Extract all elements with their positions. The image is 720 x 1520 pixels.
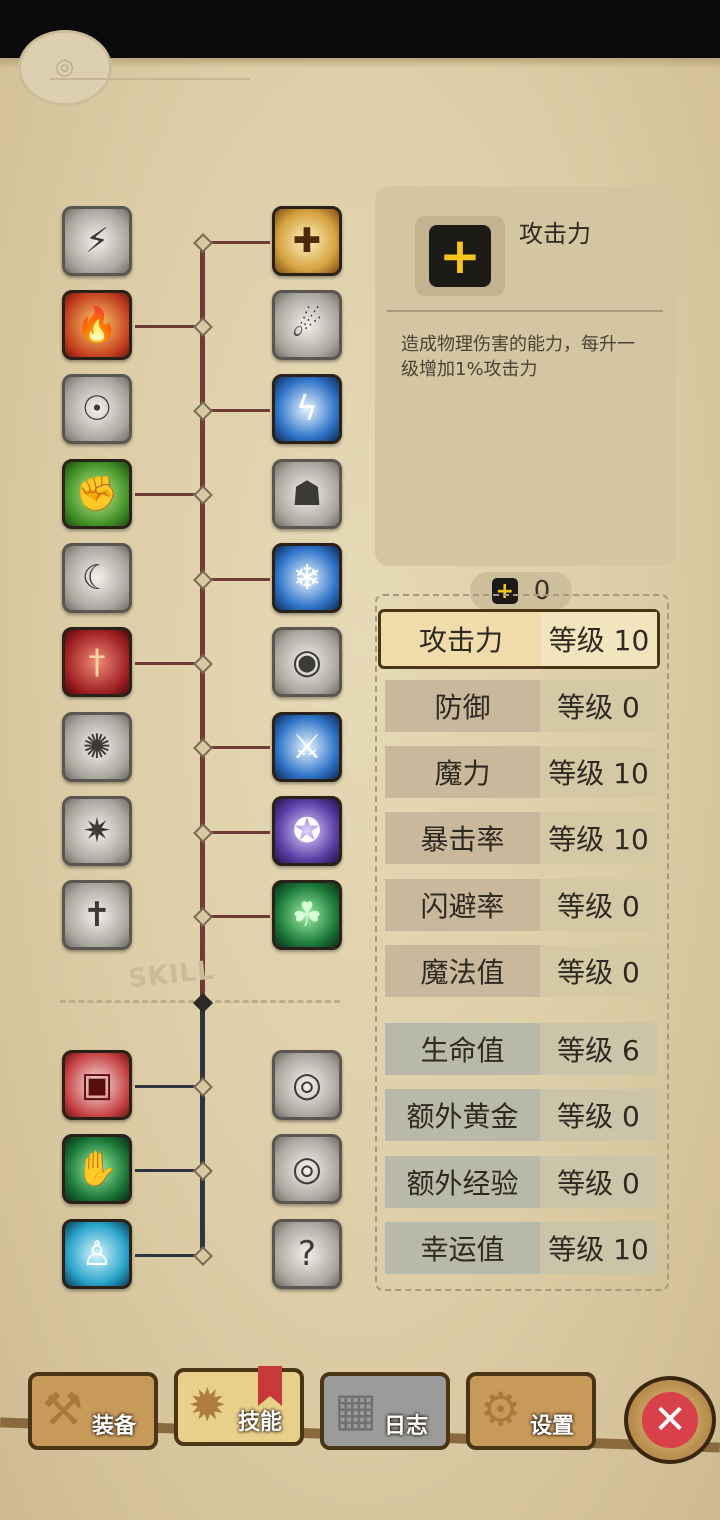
stat-name: 额外经验 [385,1156,540,1208]
lightning-figure-icon[interactable]: ☄ [272,290,342,360]
axe-icon: ⚒ [42,1382,84,1436]
tab-skills[interactable]: ✹ 技能 [174,1368,304,1446]
stat-level: 等级 10 [540,1222,657,1274]
tree-branch [205,915,270,918]
stat-row-attack[interactable]: 攻击力 等级 10 [378,609,660,669]
corner-menu-button[interactable]: ◎ [18,30,112,106]
sword-wind-icon[interactable]: ⚔ [272,712,342,782]
clover-figure-icon[interactable]: ☘ [272,880,342,950]
mystery-figure-icon[interactable]: ? [272,1219,342,1289]
thunder-beast-icon[interactable]: ✷ [62,796,132,866]
stat-name: 幸运值 [385,1222,540,1274]
tree-branch [135,1254,200,1257]
stat-level: 等级 10 [540,746,657,798]
tree-branch [135,1085,200,1088]
tab-label: 装备 [91,1414,136,1439]
tree-branch [135,1169,200,1172]
lightning-strike-icon[interactable]: ϟ [272,374,342,444]
tab-equipment[interactable]: ⚒ 装备 [28,1372,158,1450]
book-icon: ▦ [334,1382,378,1436]
stat-name: 闪避率 [385,879,540,931]
close-icon: ✕ [642,1392,698,1448]
tab-label: 日志 [383,1414,428,1439]
stat-row-defense[interactable]: 防御 等级 0 [385,680,657,732]
claw-slash-icon[interactable]: ⚡ [62,206,132,276]
flame-strike-icon[interactable]: 🔥 [62,290,132,360]
close-button[interactable]: ✕ [624,1376,716,1464]
muscle-arm-icon[interactable]: ✊ [62,459,132,529]
stat-name: 魔法值 [385,945,540,997]
gear-icon: ⚙ [480,1382,522,1436]
stat-name: 魔力 [385,746,540,798]
stat-name: 生命值 [385,1023,540,1075]
tab-label: 设置 [529,1414,574,1439]
cross-blade-icon[interactable]: ✝ [62,880,132,950]
roar-icon[interactable]: ☉ [62,374,132,444]
eye-chest-icon-2[interactable]: ◎ [272,1134,342,1204]
stat-row-extra-gold[interactable]: 额外黄金 等级 0 [385,1089,657,1141]
tree-branch [205,578,270,581]
stat-row-mana[interactable]: 魔法值 等级 0 [385,945,657,997]
dagger-icon[interactable]: † [62,627,132,697]
tab-log[interactable]: ▦ 日志 [320,1372,450,1450]
stat-level: 等级 0 [540,879,657,931]
tree-branch [135,662,200,665]
stat-name: 暴击率 [385,812,540,864]
stat-row-health[interactable]: 生命值 等级 6 [385,1023,657,1075]
holy-shield-icon[interactable]: ✚ [272,206,342,276]
info-divider [387,310,663,312]
frost-burst-icon[interactable]: ❄ [272,543,342,613]
stat-row-crit-rate[interactable]: 暴击率 等级 10 [385,812,657,864]
stat-level: 等级 0 [540,680,657,732]
decor-line [50,78,250,80]
menu-icon: ◎ [55,55,75,80]
stat-level: 等级 10 [541,612,657,666]
tree-spine-lower [200,1002,205,1257]
spin-attack-icon[interactable]: ✺ [62,712,132,782]
tree-branch [205,831,270,834]
tree-spine-upper [200,240,205,1002]
green-chest-icon[interactable]: ✋ [62,1134,132,1204]
hood-figure-icon[interactable]: ☗ [272,459,342,529]
stat-name: 攻击力 [418,624,503,657]
eye-burst-icon[interactable]: ◉ [272,627,342,697]
tree-branch [205,746,270,749]
info-title: 攻击力 [519,220,591,248]
eye-chest-icon[interactable]: ◎ [272,1050,342,1120]
plus-icon: + [429,225,491,287]
stat-level: 等级 10 [540,812,657,864]
tab-label: 技能 [237,1410,282,1435]
stat-level: 等级 0 [540,1089,657,1141]
tree-branch [205,409,270,412]
tree-branch [135,493,200,496]
blue-aura-icon[interactable]: ♙ [62,1219,132,1289]
info-description: 造成物理伤害的能力，每升一级增加1%攻击力 [401,334,635,380]
stat-level: 等级 0 [540,945,657,997]
stat-row-magic[interactable]: 魔力 等级 10 [385,746,657,798]
stat-row-dodge-rate[interactable]: 闪避率 等级 0 [385,879,657,931]
stat-level: 等级 0 [540,1156,657,1208]
skill-burst-icon: ✹ [188,1378,227,1432]
stat-name: 防御 [385,680,540,732]
dark-orb-icon[interactable]: ✪ [272,796,342,866]
stat-row-luck[interactable]: 幸运值 等级 10 [385,1222,657,1274]
status-bar [0,0,720,58]
stat-row-extra-exp[interactable]: 额外经验 等级 0 [385,1156,657,1208]
stat-level: 等级 6 [540,1023,657,1075]
tree-branch [205,241,270,244]
stat-name: 额外黄金 [385,1089,540,1141]
tab-settings[interactable]: ⚙ 设置 [466,1372,596,1450]
attribute-icon-frame: + [415,216,505,296]
skill-info-panel: + 攻击力 造成物理伤害的能力，每升一级增加1%攻击力 [375,186,676,566]
tree-branch [135,325,200,328]
red-chest-icon[interactable]: ▣ [62,1050,132,1120]
crescent-slash-icon[interactable]: ☾ [62,543,132,613]
